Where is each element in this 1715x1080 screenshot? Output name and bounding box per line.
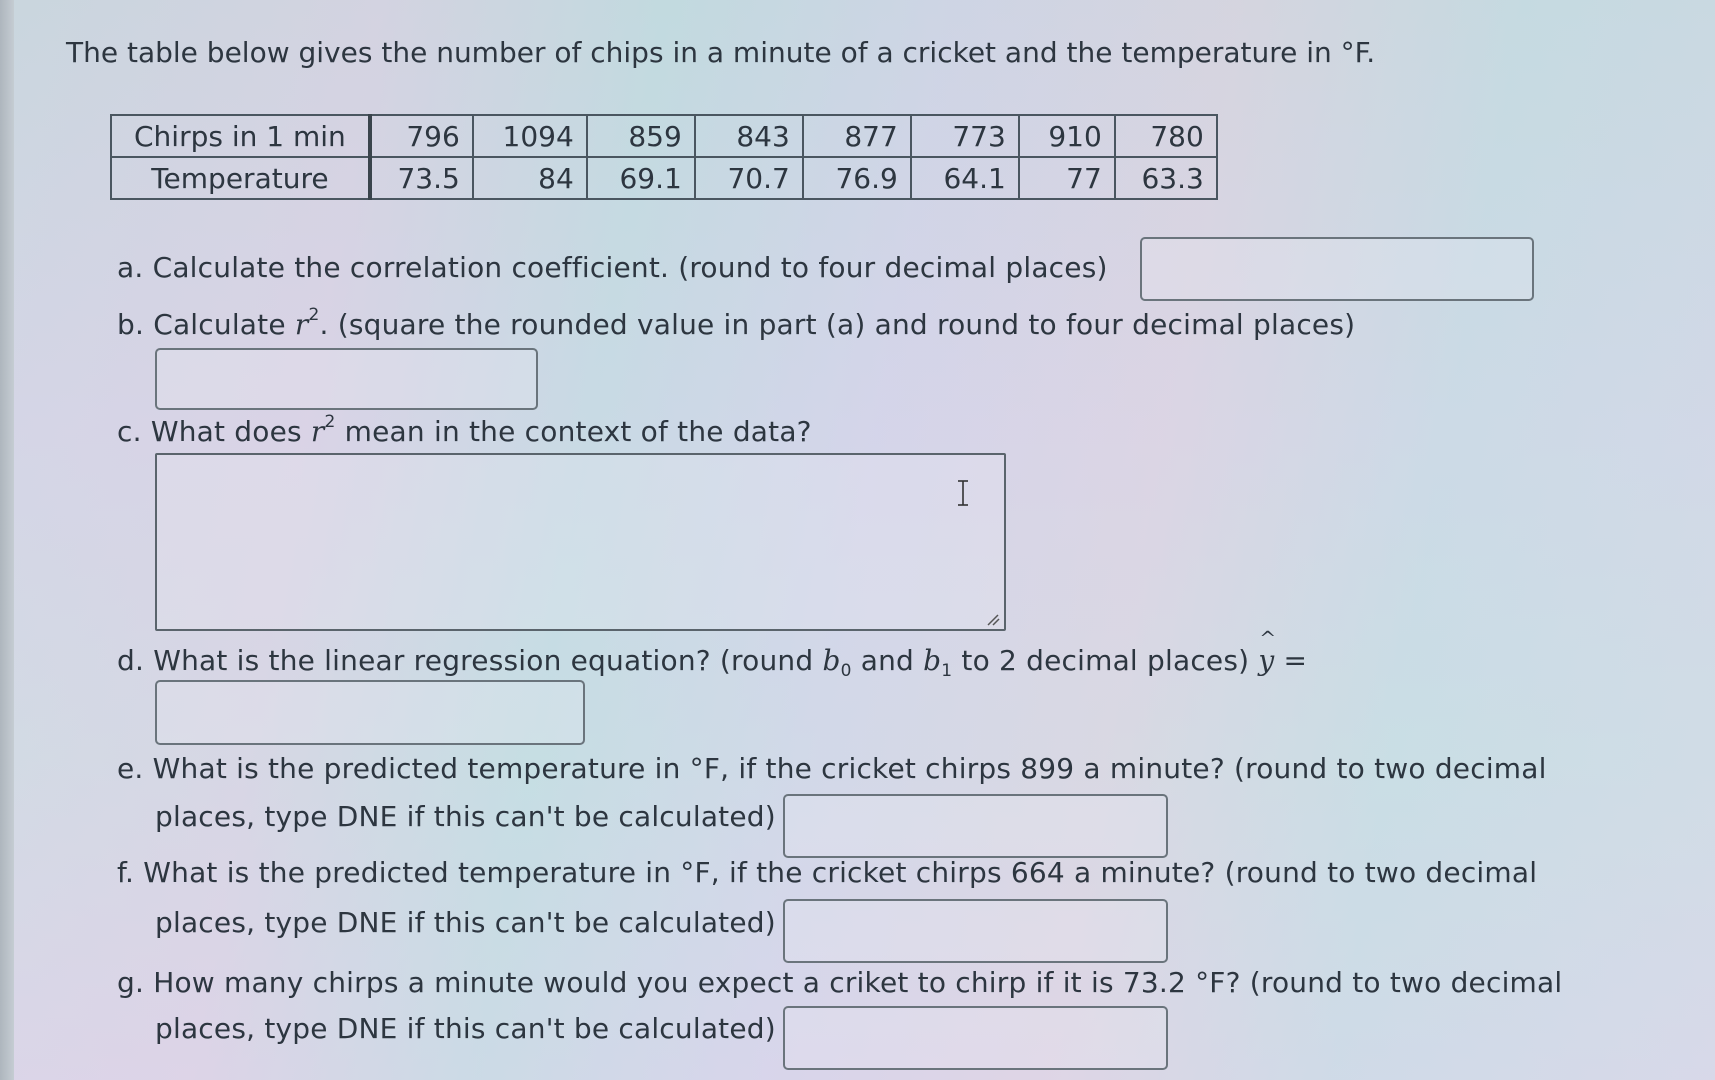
table-cell: 1094 <box>471 114 588 158</box>
r-squared-meaning-textarea[interactable] <box>155 453 1006 631</box>
math-exponent: 2 <box>308 305 320 325</box>
table-cell: 70.7 <box>693 156 804 200</box>
question-g: g. How many chirps a minute would you ex… <box>117 966 1562 999</box>
question-b: b. Calculate r2. (square the rounded val… <box>117 305 1356 342</box>
table-row-chirps: Chirps in 1 min 796 1094 859 843 877 773… <box>110 114 1218 158</box>
question-g-line2: places, type DNE if this can't be calcul… <box>155 1012 776 1045</box>
table-cell: 77 <box>1017 156 1116 200</box>
question-text: What is the predicted temperature in °F,… <box>152 752 1547 785</box>
table-cell: 63.3 <box>1113 156 1218 200</box>
math-subscript: 0 <box>840 661 852 681</box>
question-text: What does <box>150 415 302 448</box>
table-cell: 69.1 <box>585 156 696 200</box>
table-cell: 859 <box>585 114 696 158</box>
table-cell: 64.1 <box>909 156 1020 200</box>
question-text: What is the linear regression equation? … <box>153 644 814 677</box>
table-cell: 843 <box>693 114 804 158</box>
question-text-and: and <box>860 644 915 677</box>
question-prefix: f. <box>117 856 135 889</box>
question-e-line2: places, type DNE if this can't be calcul… <box>155 800 776 833</box>
intro-text: The table below gives the number of chip… <box>66 36 1376 69</box>
table-cell: 780 <box>1113 114 1218 158</box>
resize-handle-icon[interactable] <box>986 614 1000 626</box>
table-row-temperature: Temperature 73.5 84 69.1 70.7 76.9 64.1 … <box>110 156 1218 200</box>
question-prefix: g. <box>117 966 145 999</box>
math-r: r <box>294 308 309 341</box>
question-c: c. What does r2 mean in the context of t… <box>117 412 812 449</box>
correlation-coefficient-input[interactable] <box>1140 237 1534 301</box>
math-y-hat: ^ y <box>1258 626 1276 677</box>
screen-edge <box>0 0 14 1080</box>
math-r: r <box>310 415 325 448</box>
table-cell: 84 <box>471 156 588 200</box>
table-cell: 877 <box>801 114 912 158</box>
table-cell: 76.9 <box>801 156 912 200</box>
math-subscript: 1 <box>941 661 953 681</box>
question-prefix: c. <box>117 415 142 448</box>
hat-symbol: ^ <box>1259 626 1277 650</box>
table-cell: 910 <box>1017 114 1116 158</box>
question-text: Calculate the correlation coefficient. (… <box>152 251 1108 284</box>
row-header: Chirps in 1 min <box>110 114 372 158</box>
question-prefix: e. <box>117 752 144 785</box>
expected-chirps-input[interactable] <box>783 1006 1168 1070</box>
question-prefix: b. <box>117 308 145 341</box>
question-text: How many chirps a minute would you expec… <box>153 966 1563 999</box>
question-prefix: d. <box>117 644 145 677</box>
question-d: d. What is the linear regression equatio… <box>117 626 1308 680</box>
question-a: a. Calculate the correlation coefficient… <box>117 251 1108 284</box>
equals-sign: = <box>1283 644 1308 677</box>
question-f-line2: places, type DNE if this can't be calcul… <box>155 906 776 939</box>
table-cell: 796 <box>368 114 474 158</box>
question-f: f. What is the predicted temperature in … <box>117 856 1537 889</box>
regression-equation-input[interactable] <box>155 680 585 745</box>
table-cell: 73.5 <box>368 156 474 200</box>
question-text-after: to 2 decimal places) <box>961 644 1250 677</box>
question-text: Calculate <box>153 308 286 341</box>
row-header: Temperature <box>110 156 372 200</box>
question-text: What is the predicted temperature in °F,… <box>143 856 1538 889</box>
question-text-after: . (square the rounded value in part (a) … <box>319 308 1356 341</box>
predicted-temp-664-input[interactable] <box>783 899 1168 963</box>
predicted-temp-899-input[interactable] <box>783 794 1168 858</box>
math-exponent: 2 <box>324 412 336 432</box>
question-prefix: a. <box>117 251 144 284</box>
math-b0: b <box>822 644 841 677</box>
table-cell: 773 <box>909 114 1020 158</box>
data-table: Chirps in 1 min 796 1094 859 843 877 773… <box>110 114 1218 200</box>
question-text-after: mean in the context of the data? <box>344 415 812 448</box>
math-b1: b <box>923 644 942 677</box>
r-squared-input[interactable] <box>155 348 538 410</box>
question-e: e. What is the predicted temperature in … <box>117 752 1547 785</box>
text-cursor-icon <box>958 480 968 506</box>
